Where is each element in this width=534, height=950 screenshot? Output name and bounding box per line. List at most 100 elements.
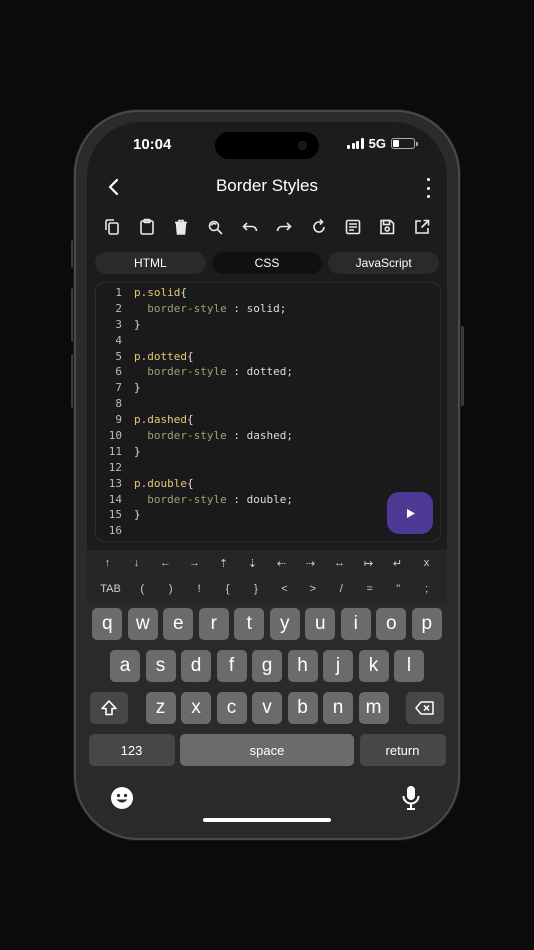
emoji-icon <box>111 787 133 809</box>
microphone-icon <box>402 786 420 810</box>
space-key[interactable]: space <box>180 734 354 766</box>
key-w[interactable]: w <box>127 608 158 640</box>
accessory-row-symbols: TAB ()! {} < > / = "; <box>87 576 447 602</box>
accessory-key[interactable]: ( <box>135 583 149 595</box>
shift-key[interactable] <box>90 692 128 724</box>
key-x[interactable]: x <box>181 692 211 724</box>
undo-button[interactable] <box>239 216 261 238</box>
accessory-key[interactable]: ) <box>164 583 178 595</box>
accessory-key[interactable]: ! <box>192 583 206 595</box>
home-indicator <box>203 818 331 822</box>
tab-javascript[interactable]: JavaScript <box>328 252 440 274</box>
key-n[interactable]: n <box>323 692 353 724</box>
code-text: p.dashed{ <box>134 412 194 428</box>
code-text: border-style : dotted; <box>134 364 293 380</box>
key-k[interactable]: k <box>358 650 389 682</box>
key-q[interactable]: q <box>92 608 123 640</box>
tab-css[interactable]: CSS <box>211 252 323 274</box>
line-number: 15 <box>108 508 122 522</box>
code-text: } <box>134 380 141 396</box>
css-selector: p.solid <box>134 286 181 299</box>
accessory-key[interactable]: = <box>363 583 377 595</box>
key-i[interactable]: i <box>340 608 371 640</box>
key-s[interactable]: s <box>145 650 176 682</box>
key-e[interactable]: e <box>163 608 194 640</box>
accessory-key[interactable]: TAB <box>100 583 121 595</box>
tab-html[interactable]: HTML <box>95 252 206 274</box>
code-rest: { <box>186 413 194 427</box>
accessory-key[interactable]: ⇢ <box>304 557 318 570</box>
dictation-button[interactable] <box>399 784 423 812</box>
code-line: 11} <box>96 444 440 460</box>
key-h[interactable]: h <box>287 650 318 682</box>
accessory-key[interactable]: ← <box>159 557 173 569</box>
code-line: 9 p.dashed{ <box>96 412 440 428</box>
copy-button[interactable] <box>101 216 123 238</box>
key-y[interactable]: y <box>269 608 300 640</box>
accessory-key[interactable]: { <box>221 583 235 595</box>
accessory-key[interactable]: ↓ <box>130 557 144 569</box>
accessory-key[interactable]: ⇠ <box>275 557 289 570</box>
code-text: border-style : double; <box>134 492 293 508</box>
line-number: 4 <box>115 333 122 347</box>
return-key[interactable]: return <box>359 734 446 766</box>
find-replace-button[interactable] <box>204 216 226 238</box>
format-button[interactable] <box>342 216 364 238</box>
numbers-key[interactable]: 123 <box>88 734 175 766</box>
key-j[interactable]: j <box>323 650 353 682</box>
run-button[interactable] <box>387 492 433 534</box>
accessory-row-arrows: ↑ ↓ ← → ⇡ ⇣ ⇠ ⇢ ↔ ↦ ↵ x <box>87 550 447 576</box>
line-number: 11 <box>108 444 122 458</box>
key-m[interactable]: m <box>358 692 389 724</box>
more-menu-button[interactable] <box>423 178 433 198</box>
keyboard-row-3-letters: zxcvbnm <box>145 692 389 724</box>
line-number: 9 <box>115 413 122 427</box>
key-v[interactable]: v <box>252 692 282 724</box>
paste-button[interactable] <box>136 216 158 238</box>
backspace-icon <box>415 701 434 715</box>
code-line: 2 border-style : solid; <box>96 301 440 317</box>
key-b[interactable]: b <box>287 692 318 724</box>
open-external-button[interactable] <box>411 216 433 238</box>
accessory-key[interactable]: x <box>420 557 434 569</box>
accessory-key[interactable]: ↦ <box>362 557 376 570</box>
redo-button[interactable] <box>273 216 295 238</box>
accessory-key[interactable]: ↑ <box>101 557 115 569</box>
key-g[interactable]: g <box>252 650 282 682</box>
delete-key[interactable] <box>406 692 444 724</box>
accessory-key[interactable]: < <box>277 583 291 595</box>
accessory-key[interactable]: ; <box>420 583 434 595</box>
key-u[interactable]: u <box>305 608 336 640</box>
accessory-key[interactable]: > <box>306 583 320 595</box>
code-line: 1 p.solid{ <box>96 285 440 301</box>
code-text: p.double{ <box>134 476 194 492</box>
code-line: 5 p.dotted{ <box>96 349 440 365</box>
accessory-key[interactable]: } <box>249 583 263 595</box>
code-rest: } <box>134 444 141 458</box>
accessory-key[interactable]: / <box>334 583 348 595</box>
accessory-key[interactable]: ↔ <box>333 557 347 569</box>
key-d[interactable]: d <box>181 650 211 682</box>
key-z[interactable]: z <box>145 692 176 724</box>
key-o[interactable]: o <box>376 608 407 640</box>
key-l[interactable]: l <box>394 650 424 682</box>
accessory-key[interactable]: ⇣ <box>246 557 260 570</box>
accessory-key[interactable]: → <box>188 557 202 569</box>
save-button[interactable] <box>376 216 398 238</box>
key-f[interactable]: f <box>216 650 247 682</box>
key-p[interactable]: p <box>411 608 442 640</box>
code-rest: { <box>186 349 194 363</box>
accessory-key[interactable]: ⇡ <box>217 557 231 570</box>
play-icon <box>406 508 415 518</box>
accessory-key[interactable]: ↵ <box>391 557 405 570</box>
key-c[interactable]: c <box>216 692 247 724</box>
accessory-key[interactable]: " <box>391 583 405 595</box>
keyboard-row-1: qwertyuiop <box>87 608 447 640</box>
line-number: 5 <box>115 349 122 363</box>
delete-button[interactable] <box>170 216 192 238</box>
key-a[interactable]: a <box>110 650 140 682</box>
refresh-button[interactable] <box>308 216 330 238</box>
key-r[interactable]: r <box>198 608 229 640</box>
key-t[interactable]: t <box>234 608 265 640</box>
emoji-button[interactable] <box>110 786 134 810</box>
